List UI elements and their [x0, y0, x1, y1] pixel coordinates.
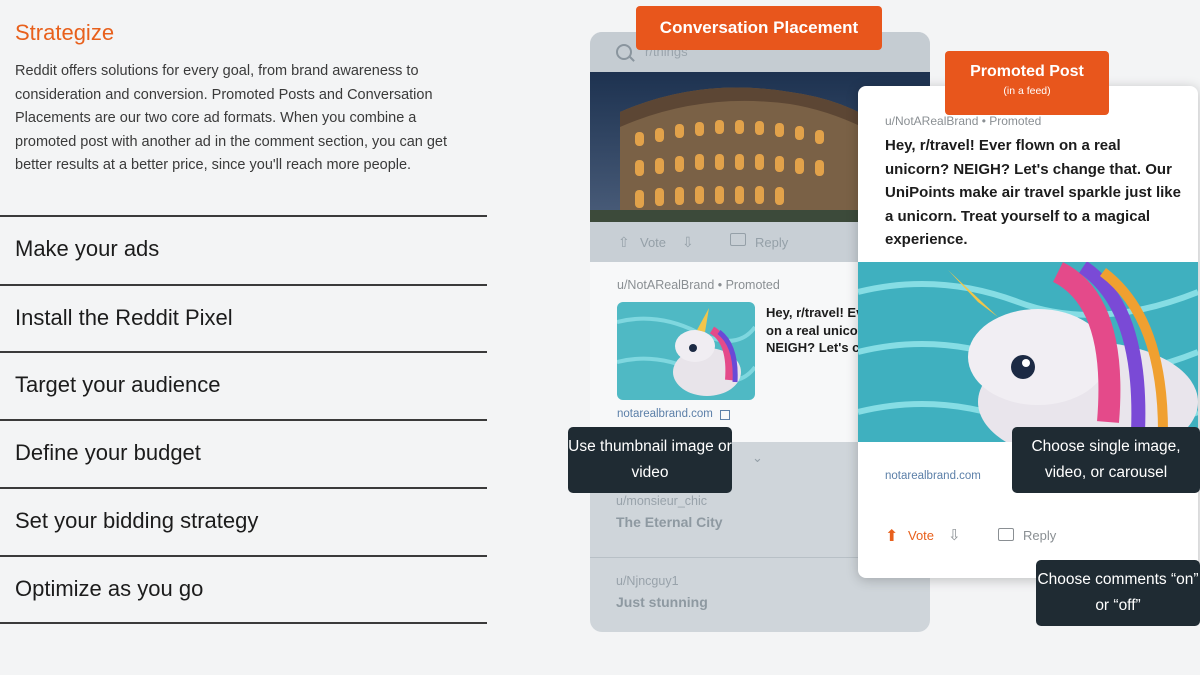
vote-label: Vote	[908, 528, 935, 543]
reply-label: Reply	[755, 235, 789, 250]
unicorn-thumbnail	[617, 302, 755, 400]
strategize-title: Strategize	[15, 20, 115, 45]
post-action-bar: ⬆ Vote ⇩ Reply	[858, 526, 1198, 556]
comment-text: Just stunning	[616, 594, 708, 610]
promoted-post-subtitle: (in a feed)	[1003, 85, 1051, 97]
comment-user: u/Njncguy1	[616, 574, 679, 588]
promoted-post-card: u/NotARealBrand • Promoted Hey, r/travel…	[858, 86, 1198, 578]
downvote-icon: ⇩	[682, 234, 694, 250]
unicorn-image	[858, 262, 1198, 442]
chevron-down-icon: ⌄	[752, 450, 763, 465]
downvote-icon[interactable]: ⇩	[948, 526, 961, 544]
step-label: Define your budget	[15, 440, 201, 465]
step-bidding-strategy[interactable]: Set your bidding strategy	[0, 487, 487, 554]
promo-link[interactable]: notarealbrand.com	[617, 408, 713, 420]
upvote-icon: ⇧	[618, 234, 630, 250]
post-text: Hey, r/travel! Ever flown on a real unic…	[885, 137, 1181, 248]
reply-icon	[730, 233, 746, 246]
step-label: Set your bidding strategy	[15, 508, 259, 533]
vote-label: Vote	[640, 235, 667, 250]
post-link[interactable]: notarealbrand.com	[885, 470, 981, 482]
comment: u/Njncguy1 Just stunning	[616, 574, 708, 610]
external-link-icon	[720, 410, 730, 420]
divider	[0, 622, 487, 624]
comment-user: u/monsieur_chic	[616, 494, 708, 508]
promoted-post-title: Promoted Post	[970, 63, 1084, 80]
comment: u/monsieur_chic The Eternal City	[616, 494, 723, 530]
upvote-icon[interactable]: ⬆	[885, 526, 898, 546]
reply-icon[interactable]	[998, 528, 1014, 541]
comment-text: The Eternal City	[616, 514, 723, 530]
step-define-budget[interactable]: Define your budget	[0, 419, 487, 486]
step-optimize[interactable]: Optimize as you go	[0, 555, 487, 622]
promo-user: u/NotARealBrand • Promoted	[617, 278, 780, 292]
conversation-placement-label: Conversation Placement	[636, 6, 882, 50]
step-label: Make your ads	[15, 236, 160, 261]
single-image-tooltip: Choose single image, video, or carousel	[1012, 427, 1200, 493]
thumbnail-tooltip: Use thumbnail image or video	[568, 427, 732, 493]
post-user: u/NotARealBrand • Promoted	[885, 114, 1042, 128]
step-make-your-ads[interactable]: Make your ads	[0, 215, 487, 282]
comments-tooltip: Choose comments “on” or “off”	[1036, 560, 1200, 626]
search-icon	[616, 44, 632, 60]
step-label: Install the Reddit Pixel	[15, 305, 233, 330]
reply-label: Reply	[1023, 528, 1057, 543]
step-label: Target your audience	[15, 372, 221, 397]
promoted-post-label: Promoted Post (in a feed)	[945, 51, 1109, 115]
step-install-pixel[interactable]: Install the Reddit Pixel	[0, 284, 487, 351]
step-label: Optimize as you go	[15, 576, 204, 601]
strategize-description: Reddit offers solutions for every goal, …	[15, 63, 448, 173]
step-target-audience[interactable]: Target your audience	[0, 351, 487, 418]
